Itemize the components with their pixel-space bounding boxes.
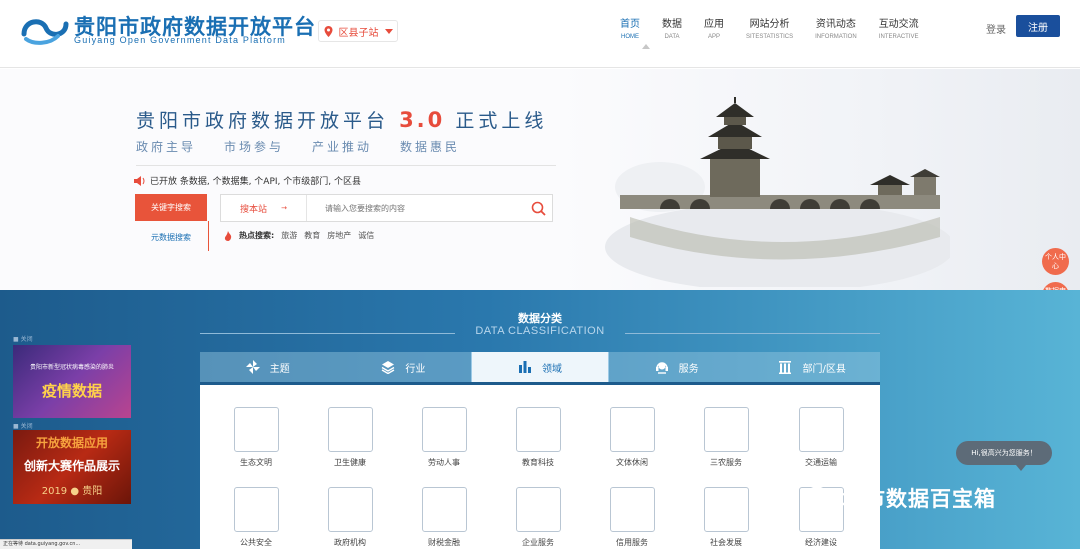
category-icon <box>421 407 467 452</box>
arrow-right-icon: → <box>281 204 287 212</box>
category-item[interactable]: 生态文明 <box>221 407 291 468</box>
hot-search-term[interactable]: 房地产 <box>327 230 351 241</box>
headset-icon <box>655 362 668 374</box>
divider <box>200 333 455 334</box>
search-scope-select[interactable]: 搜本站 → <box>221 195 307 221</box>
category-icon <box>515 487 561 532</box>
keyword-search-tab[interactable]: 关键字搜索 <box>135 194 207 221</box>
category-item[interactable]: 社会发展 <box>691 487 761 548</box>
watermark: 城市数据百宝箱 <box>806 483 996 513</box>
category-icon <box>327 487 373 532</box>
hero-title: 贵阳市政府数据开放平台 3.0 正式上线 <box>136 108 548 132</box>
epidemic-data-banner[interactable]: 贵阳市新型冠状病毒感染的肺炎 疫情数据 <box>13 345 131 418</box>
classification-tabs: 主题 行业 领域 服务 部门/区县 <box>200 352 880 382</box>
active-nav-indicator <box>642 44 650 49</box>
open-data-stats: 已开放 条数据, 个数据集, 个API, 个市级部门, 个区县 <box>134 174 361 187</box>
category-icon <box>703 407 749 452</box>
category-item[interactable]: 三农服务 <box>691 407 761 468</box>
category-icon <box>421 487 467 532</box>
category-grid: 生态文明 卫生健康 劳动人事 教育科技 文体休闲 三农服务 交通运输 公共安全 … <box>200 382 880 549</box>
slogan: 产业推动 <box>312 140 373 154</box>
search-bar: 搜本站 → <box>220 194 553 222</box>
platform-logo-icon[interactable] <box>20 12 70 46</box>
hot-search-term[interactable]: 诚信 <box>358 230 374 241</box>
wechat-watermark-icon <box>806 486 835 509</box>
tab-domain[interactable]: 领域 <box>471 352 609 382</box>
slogan: 政府主导 <box>136 140 197 154</box>
close-promo-button[interactable]: ■ 关闭 <box>13 421 33 430</box>
logo-subtitle: Guiyang Open Government Data Platform <box>74 35 286 45</box>
login-link[interactable]: 登录 <box>986 21 1006 36</box>
category-icon <box>798 407 844 452</box>
category-icon <box>703 487 749 532</box>
innovation-contest-banner[interactable]: 开放数据应用 创新大赛作品展示 2019 ● 贵阳 <box>13 430 131 504</box>
divider <box>136 165 556 166</box>
jiaxiu-pavilion-illustration <box>605 97 950 287</box>
metadata-search-tab[interactable]: 元数据搜索 <box>135 229 207 245</box>
location-pin-icon <box>324 25 332 37</box>
tab-service[interactable]: 服务 <box>609 352 745 382</box>
version-number: 3.0 <box>399 108 446 132</box>
nav-home[interactable]: 首页 HOME <box>620 18 640 42</box>
tab-industry[interactable]: 行业 <box>336 352 472 382</box>
category-icon <box>515 407 561 452</box>
category-item[interactable]: 公共安全 <box>221 487 291 548</box>
hot-search-term[interactable]: 旅游 <box>281 230 297 241</box>
speaker-icon <box>134 175 145 186</box>
layers-icon <box>382 361 395 374</box>
fire-icon <box>224 230 232 241</box>
top-header: 贵阳市政府数据开放平台 Guiyang Open Government Data… <box>0 0 1080 68</box>
nav-data[interactable]: 数据 DATA <box>662 18 682 42</box>
category-item[interactable]: 文体休闲 <box>597 407 667 468</box>
register-button[interactable]: 注册 <box>1016 15 1060 37</box>
chevron-down-icon <box>384 28 393 34</box>
section-title: 数据分类 <box>518 312 562 325</box>
chat-bubble[interactable]: Hi,很高兴为您服务！ <box>956 441 1052 471</box>
region-selector[interactable]: 区县子站 <box>318 20 398 42</box>
region-label: 区县子站 <box>338 27 379 39</box>
main-nav: 首页 HOME 数据 DATA 应用 APP 网站分析 SITESTATISTICS 资… <box>620 18 941 42</box>
category-item[interactable]: 教育科技 <box>503 407 573 468</box>
slogan-list: 政府主导 市场参与 产业推动 数据惠民 <box>136 138 460 155</box>
category-icon <box>327 407 373 452</box>
category-item[interactable]: 劳动人事 <box>409 407 479 468</box>
tab-department[interactable]: 部门/区县 <box>744 352 880 382</box>
category-icon <box>609 407 655 452</box>
category-item[interactable]: 卫生健康 <box>315 407 385 468</box>
category-item[interactable]: 信用服务 <box>597 487 667 548</box>
building-icon <box>779 361 792 374</box>
nav-information[interactable]: 资讯动态 INFORMATION <box>815 18 857 42</box>
divider <box>625 333 880 334</box>
nav-site-statistics[interactable]: 网站分析 SITESTATISTICS <box>746 18 793 42</box>
hot-search-term[interactable]: 教育 <box>304 230 320 241</box>
browser-status-bar: 正在等待 data.guiyang.gov.cn... <box>0 539 132 549</box>
slogan: 数据惠民 <box>400 140 461 154</box>
pinwheel-icon <box>245 360 260 374</box>
search-icon <box>531 201 546 216</box>
category-item[interactable]: 交通运输 <box>786 407 856 468</box>
data-classification-section: 数据分类 DATA CLASSIFICATION 主题 行业 领域 服务 部门/… <box>0 290 1080 549</box>
hero-banner: 贵阳市政府数据开放平台 3.0 正式上线 政府主导 市场参与 产业推动 数据惠民… <box>0 69 1080 290</box>
category-icon <box>609 487 655 532</box>
slogan: 市场参与 <box>224 140 285 154</box>
divider <box>208 221 209 251</box>
category-item[interactable]: 企业服务 <box>503 487 573 548</box>
nav-interactive[interactable]: 互动交流 INTERACTIVE <box>879 18 919 42</box>
search-button[interactable] <box>524 195 552 221</box>
personal-center-button[interactable]: 个人中心 <box>1042 248 1069 275</box>
bar-chart-icon <box>518 361 531 373</box>
category-item[interactable]: 财税金融 <box>409 487 479 548</box>
category-item[interactable]: 政府机构 <box>315 487 385 548</box>
search-input[interactable] <box>307 195 524 221</box>
tab-theme[interactable]: 主题 <box>200 352 336 382</box>
nav-app[interactable]: 应用 APP <box>704 18 724 42</box>
hot-searches: 热点搜索: 旅游 教育 房地产 诚信 <box>224 230 374 241</box>
category-icon <box>233 407 279 452</box>
close-promo-button[interactable]: ■ 关闭 <box>13 334 33 343</box>
section-subtitle: DATA CLASSIFICATION <box>475 325 605 337</box>
category-icon <box>233 487 279 532</box>
